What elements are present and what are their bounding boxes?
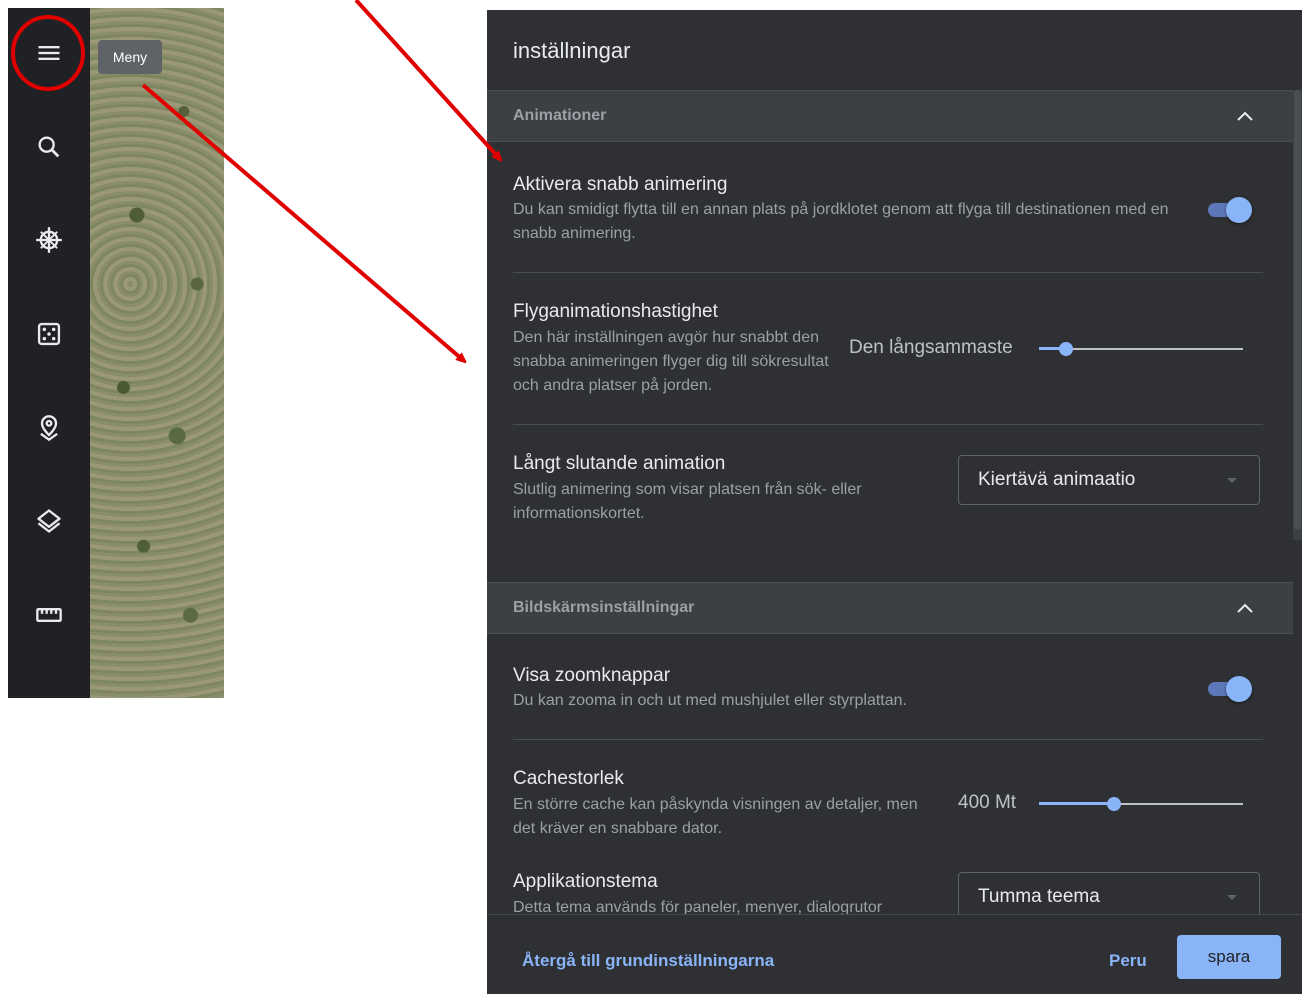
scrollbar-thumb[interactable] xyxy=(1294,90,1301,530)
slider-knob[interactable] xyxy=(1107,797,1122,811)
save-button[interactable]: spara xyxy=(1177,935,1281,979)
menu-tooltip: Meny xyxy=(98,40,162,74)
divider xyxy=(513,424,1263,425)
menu-icon xyxy=(38,46,60,60)
setting-title: Långt slutande animation xyxy=(513,453,726,474)
setting-title: Visa zoomknappar xyxy=(513,665,671,686)
annotation-arrow xyxy=(354,0,499,158)
scrollbar[interactable] xyxy=(1293,90,1302,540)
feeling-lucky-button[interactable] xyxy=(25,310,73,358)
dice-icon xyxy=(37,322,61,346)
setting-description: Den här inställningen avgör hur snabbt d… xyxy=(513,329,829,394)
setting-description: Du kan smidigt flytta till en annan plat… xyxy=(513,201,1169,242)
cache-size-slider[interactable] xyxy=(1039,794,1243,814)
reset-defaults-button[interactable]: Återgå till grundinställningarna xyxy=(522,951,774,971)
search-icon xyxy=(38,136,60,158)
chevron-down-icon xyxy=(1227,478,1237,483)
map-style-button[interactable] xyxy=(25,497,73,545)
divider xyxy=(513,739,1263,740)
projects-button[interactable] xyxy=(25,404,73,452)
voyager-icon xyxy=(36,227,62,253)
setting-title: Cachestorlek xyxy=(513,768,624,789)
navigation-rail xyxy=(8,8,90,698)
cache-size-value: 400 Mt xyxy=(958,792,1017,813)
setting-description: Slutlig animering som visar platsen från… xyxy=(513,481,862,522)
cancel-button[interactable]: Peru xyxy=(1109,951,1147,971)
slider-knob[interactable] xyxy=(1058,342,1073,356)
section-label: Animationer xyxy=(513,107,607,124)
setting-description: En större cache kan påskynda visningen a… xyxy=(513,796,918,837)
fly-speed-slider[interactable] xyxy=(1039,339,1243,359)
section-label: Bildskärmsinställningar xyxy=(513,599,695,616)
chevron-up-icon[interactable] xyxy=(1233,105,1257,129)
sidebar-screenshot: Meny xyxy=(8,8,224,698)
chevron-up-icon[interactable] xyxy=(1233,597,1257,621)
fast-animation-toggle[interactable] xyxy=(1206,196,1252,223)
chevron-down-icon xyxy=(1227,895,1237,900)
long-ending-animation-select[interactable]: Kiertävä animaatio xyxy=(958,455,1260,505)
dialog-footer: Återgå till grundinställningarna Peru sp… xyxy=(487,914,1302,994)
ruler-icon xyxy=(36,608,62,622)
measure-button[interactable] xyxy=(25,591,73,639)
layers-icon xyxy=(37,509,61,533)
menu-button[interactable] xyxy=(25,29,73,77)
setting-title: Flyganimationshastighet xyxy=(513,301,718,322)
pin-icon xyxy=(40,415,58,442)
section-header-animations[interactable]: Animationer xyxy=(487,90,1293,142)
setting-title: Applikationstema xyxy=(513,871,658,892)
setting-description: Du kan zooma in och ut med mushjulet ell… xyxy=(513,692,907,709)
satellite-map[interactable] xyxy=(90,8,224,698)
zoom-buttons-toggle[interactable] xyxy=(1206,675,1252,702)
fly-speed-value: Den långsammaste xyxy=(849,337,1013,358)
search-button[interactable] xyxy=(25,123,73,171)
settings-dialog: inställningar Animationer Aktivera snabb… xyxy=(487,10,1302,994)
divider xyxy=(513,272,1263,273)
dialog-title: inställningar xyxy=(513,38,631,63)
setting-title: Aktivera snabb animering xyxy=(513,174,728,195)
select-value: Kiertävä animaatio xyxy=(978,469,1136,490)
section-header-display[interactable]: Bildskärmsinställningar xyxy=(487,582,1293,634)
voyager-button[interactable] xyxy=(25,216,73,264)
select-value: Tumma teema xyxy=(978,886,1100,907)
